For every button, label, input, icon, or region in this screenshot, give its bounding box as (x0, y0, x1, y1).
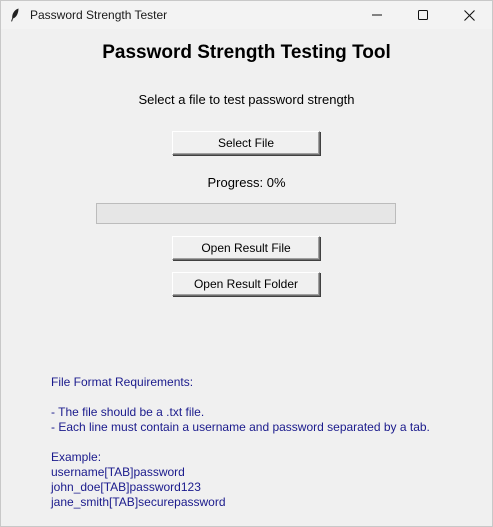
info-line: john_doe[TAB]password123 (51, 480, 201, 494)
minimize-button[interactable] (354, 1, 400, 29)
info-line: Example: (51, 450, 102, 464)
info-line: username[TAB]password (51, 465, 185, 479)
instruction-text: Select a file to test password strength (138, 92, 355, 107)
info-line: - The file should be a .txt file. (51, 405, 205, 419)
progress-bar (96, 203, 396, 224)
info-line: - Each line must contain a username and … (51, 420, 430, 434)
file-format-info: File Format Requirements: - The file sho… (51, 375, 430, 510)
info-line (51, 435, 430, 450)
open-result-file-button[interactable]: Open Result File (172, 236, 320, 260)
info-line: File Format Requirements: (51, 375, 194, 389)
app-window: Password Strength Tester Password Streng… (0, 0, 493, 527)
info-line: jane_smith[TAB]securepassword (51, 495, 226, 509)
select-file-button[interactable]: Select File (172, 131, 320, 155)
close-button[interactable] (446, 1, 492, 29)
title-bar[interactable]: Password Strength Tester (1, 1, 492, 29)
progress-label: Progress: 0% (207, 175, 286, 190)
feather-icon (8, 8, 22, 22)
open-result-folder-button[interactable]: Open Result Folder (172, 272, 320, 296)
maximize-icon (418, 10, 428, 20)
minimize-icon (372, 14, 382, 16)
close-icon (463, 9, 475, 21)
info-line (51, 390, 430, 405)
window-controls (354, 1, 492, 29)
page-title: Password Strength Testing Tool (102, 42, 391, 63)
maximize-button[interactable] (400, 1, 446, 29)
window-title: Password Strength Tester (30, 8, 168, 22)
